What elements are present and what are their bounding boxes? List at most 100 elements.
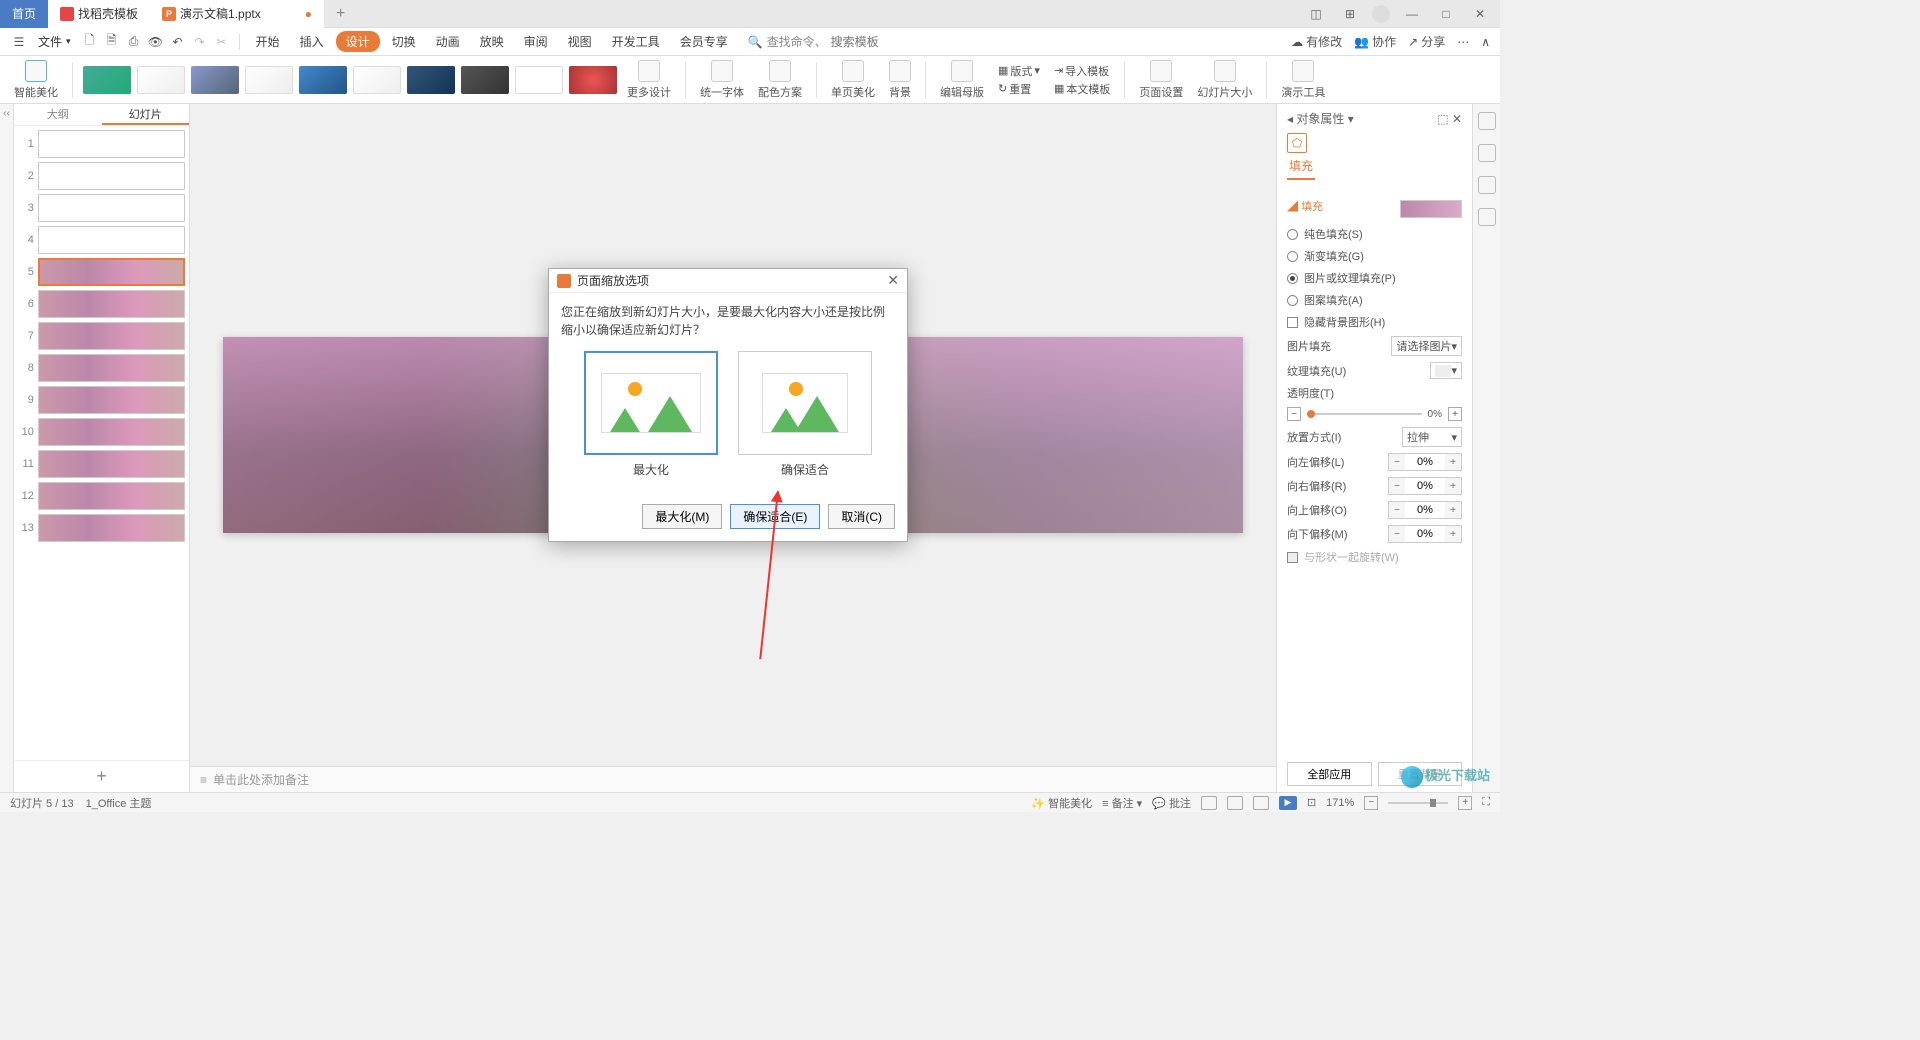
image-fill-select[interactable]: 请选择图片▾	[1391, 336, 1462, 356]
page-beautify-button[interactable]: 单页美化	[827, 60, 879, 100]
apply-all-button[interactable]: 全部应用	[1287, 762, 1372, 786]
preview-icon[interactable]: 👁	[147, 33, 165, 51]
fit-icon[interactable]: ⊡	[1307, 796, 1316, 809]
close-panel-icon[interactable]: ✕	[1452, 112, 1462, 126]
slide-thumb-10[interactable]: 10	[18, 418, 185, 446]
menu-animation[interactable]: 动画	[428, 33, 468, 50]
slide-thumb-1[interactable]: 1	[18, 130, 185, 158]
maximize-button[interactable]: □	[1434, 2, 1458, 26]
theme-thumb-10[interactable]	[569, 66, 617, 94]
tab-template-store[interactable]: 找稻壳模板	[48, 0, 150, 28]
theme-thumb-8[interactable]	[461, 66, 509, 94]
save-icon[interactable]: 🗋	[81, 33, 99, 51]
option-ensure-fit[interactable]: 确保适合	[738, 351, 872, 478]
radio-pattern-fill[interactable]: 图案填充(A)	[1287, 292, 1462, 308]
menu-start[interactable]: 开始	[248, 33, 288, 50]
offset-bottom-spinner[interactable]: −+	[1388, 525, 1462, 543]
avatar[interactable]	[1372, 5, 1390, 23]
props-tab-fill[interactable]: 填充	[1287, 153, 1315, 180]
slide-thumb-2[interactable]: 2	[18, 162, 185, 190]
radio-picture-fill[interactable]: 图片或纹理填充(P)	[1287, 270, 1462, 286]
offset-top-spinner[interactable]: −+	[1388, 501, 1462, 519]
zoom-level[interactable]: 171%	[1326, 797, 1354, 809]
theme-thumb-1[interactable]	[83, 66, 131, 94]
command-search[interactable]: 🔍 查找命令、	[748, 33, 911, 50]
outline-collapse[interactable]: ‹‹	[0, 104, 14, 792]
apps-icon[interactable]: ⊞	[1338, 2, 1362, 26]
sidetool-2[interactable]	[1478, 144, 1496, 162]
slide-thumb-9[interactable]: 9	[18, 386, 185, 414]
theme-thumb-3[interactable]	[191, 66, 239, 94]
theme-thumb-9[interactable]	[515, 66, 563, 94]
radio-solid-fill[interactable]: 纯色填充(S)	[1287, 226, 1462, 242]
undo-icon[interactable]: ↶	[169, 33, 187, 51]
smart-beautify-button[interactable]: 智能美化	[10, 60, 62, 100]
sb-smart[interactable]: ✨ 智能美化	[1031, 795, 1092, 811]
menu-view[interactable]: 视图	[560, 33, 600, 50]
more-design-button[interactable]: 更多设计	[623, 60, 675, 100]
layout-icon[interactable]: ◫	[1304, 2, 1328, 26]
saveas-icon[interactable]: 🗎	[103, 33, 121, 51]
zoom-out-button[interactable]: −	[1364, 796, 1378, 810]
view-normal-icon[interactable]	[1201, 796, 1217, 810]
menu-icon[interactable]: ☰	[10, 33, 28, 51]
sidetool-3[interactable]	[1478, 176, 1496, 194]
tab-slides[interactable]: 幻灯片	[102, 104, 190, 125]
notes-bar[interactable]: ≡ 单击此处添加备注	[190, 766, 1276, 792]
option-maximize[interactable]: 最大化	[584, 351, 718, 478]
slide-thumb-11[interactable]: 11	[18, 450, 185, 478]
theme-thumb-2[interactable]	[137, 66, 185, 94]
slideshow-button[interactable]: ▶	[1279, 796, 1297, 810]
texture-fill-select[interactable]: ▾	[1430, 362, 1462, 379]
theme-thumb-5[interactable]	[299, 66, 347, 94]
menu-design[interactable]: 设计	[336, 31, 380, 52]
more-icon[interactable]: ⋯	[1457, 35, 1469, 49]
add-slide-button[interactable]: +	[14, 760, 189, 792]
theme-thumb-4[interactable]	[245, 66, 293, 94]
file-menu[interactable]: 文件▾	[32, 33, 77, 50]
dialog-titlebar[interactable]: 页面缩放选项 ✕	[549, 269, 907, 293]
cut-icon[interactable]: ✂	[213, 33, 231, 51]
view-reading-icon[interactable]	[1253, 796, 1269, 810]
collab-button[interactable]: 👥协作	[1354, 33, 1396, 50]
cancel-button[interactable]: 取消(C)	[828, 504, 895, 529]
theme-thumb-7[interactable]	[407, 66, 455, 94]
ensure-fit-button[interactable]: 确保适合(E)	[730, 504, 820, 529]
color-scheme-button[interactable]: 配色方案	[754, 60, 806, 100]
zoom-slider[interactable]	[1388, 802, 1448, 804]
tab-outline[interactable]: 大纲	[14, 104, 102, 125]
check-hide-bg[interactable]: 隐藏背景图形(H)	[1287, 314, 1462, 330]
slide-thumb-7[interactable]: 7	[18, 322, 185, 350]
sb-review[interactable]: 💬 批注	[1152, 795, 1191, 811]
share-button[interactable]: ↗分享	[1408, 33, 1445, 50]
redo-icon[interactable]: ↷	[191, 33, 209, 51]
sidetool-4[interactable]	[1478, 208, 1496, 226]
offset-left-spinner[interactable]: −+	[1388, 453, 1462, 471]
fill-shape-icon[interactable]: ⬠	[1287, 133, 1307, 153]
slide-thumb-13[interactable]: 13	[18, 514, 185, 542]
fill-preview[interactable]	[1400, 200, 1462, 218]
reset-button[interactable]: ↻ 重置	[994, 81, 1044, 97]
theme-thumb-6[interactable]	[353, 66, 401, 94]
import-template-button[interactable]: ⇥ 导入模板	[1050, 63, 1114, 79]
slide-thumb-4[interactable]: 4	[18, 226, 185, 254]
slide-size-button[interactable]: 幻灯片大小	[1193, 60, 1256, 100]
sidetool-1[interactable]	[1478, 112, 1496, 130]
slide-thumb-3[interactable]: 3	[18, 194, 185, 222]
collapse-ribbon-icon[interactable]: ∧	[1481, 35, 1490, 49]
zoom-in-button[interactable]: +	[1458, 796, 1472, 810]
tab-current-doc[interactable]: P演示文稿1.pptx●	[150, 0, 324, 28]
search-input[interactable]	[831, 35, 911, 49]
menu-slideshow[interactable]: 放映	[472, 33, 512, 50]
rotate-with-shape[interactable]: 与形状一起旋转(W)	[1287, 549, 1462, 565]
slide-thumb-6[interactable]: 6	[18, 290, 185, 318]
minimize-button[interactable]: —	[1400, 2, 1424, 26]
opacity-slider[interactable]: −0%+	[1287, 407, 1462, 421]
offset-right-spinner[interactable]: −+	[1388, 477, 1462, 495]
presentation-tools-button[interactable]: 演示工具	[1277, 60, 1329, 100]
pin-icon[interactable]: ⬚	[1437, 112, 1448, 126]
slide-thumb-8[interactable]: 8	[18, 354, 185, 382]
dialog-close-button[interactable]: ✕	[887, 272, 899, 289]
placement-select[interactable]: 拉伸▾	[1402, 427, 1462, 447]
radio-gradient-fill[interactable]: 渐变填充(G)	[1287, 248, 1462, 264]
